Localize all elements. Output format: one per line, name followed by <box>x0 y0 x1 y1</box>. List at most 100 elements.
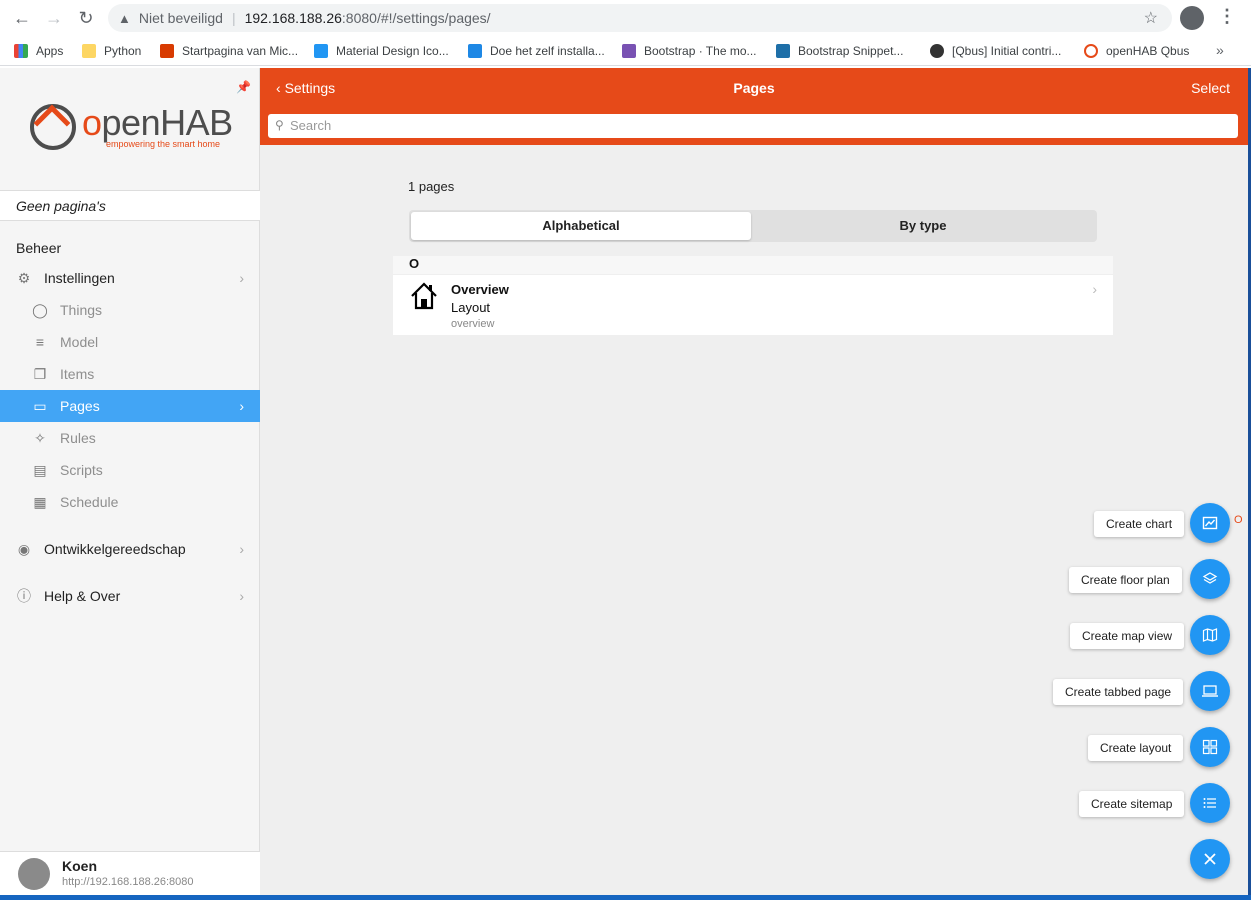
user-profile[interactable]: Koen http://192.168.188.26:8080 <box>0 851 260 900</box>
chevron-right-icon: › <box>1092 281 1097 297</box>
no-pages-text: Geen pagina's <box>0 190 260 221</box>
layers-icon <box>1202 572 1218 584</box>
bookmark-label: Startpagina van Mic... <box>182 44 299 58</box>
create-tabbed-page-button[interactable] <box>1190 671 1230 711</box>
bookmark-snippets[interactable]: Bootstrap Snippet... <box>776 36 903 66</box>
logo-tagline: empowering the smart home <box>106 139 221 149</box>
bookmark-apps[interactable]: Apps <box>14 36 63 66</box>
security-status: Niet beveiligd <box>138 10 223 26</box>
folder-icon <box>82 44 96 58</box>
select-button[interactable]: Select <box>1191 80 1230 96</box>
gear-icon: ⚙ <box>17 269 31 286</box>
sidebar-item-label: Model <box>60 334 99 350</box>
omnibox-separator: | <box>231 10 236 26</box>
magic-wand-icon: ✧ <box>34 429 46 446</box>
forward-arrow-icon[interactable]: → <box>38 2 70 34</box>
create-chart-button[interactable] <box>1190 503 1230 543</box>
sidebar-item-schedule[interactable]: ▦ Schedule <box>0 486 260 518</box>
search-input[interactable]: ⚲ Search <box>268 114 1238 138</box>
sidebar-item-rules[interactable]: ✧ Rules <box>0 422 260 454</box>
list-group-header: O <box>393 256 1113 274</box>
back-label: Settings <box>284 80 336 96</box>
document-icon: ▤ <box>33 461 47 478</box>
bookmark-label: Bootstrap · The mo... <box>644 44 757 58</box>
bookmark-material[interactable]: Material Design Ico... <box>314 36 449 66</box>
material-icon <box>314 44 328 58</box>
office-icon <box>160 44 174 58</box>
sidebar-item-label: Scripts <box>60 462 103 478</box>
snippets-icon <box>776 44 790 58</box>
url-host: 192.168.188.26 <box>244 10 342 26</box>
search-placeholder: Search <box>290 118 332 133</box>
chevron-right-icon: › <box>239 270 244 286</box>
sidebar-item-model[interactable]: ≡ Model <box>0 326 260 358</box>
home-icon <box>411 282 437 310</box>
segment-alphabetical[interactable]: Alphabetical <box>411 212 751 240</box>
browser-menu-icon[interactable]: ⋮ <box>1218 6 1236 27</box>
create-chart-label[interactable]: Create chart <box>1094 511 1185 537</box>
back-arrow-icon[interactable]: ← <box>6 2 38 34</box>
navbar: Pages ‹ Settings Select ⚲ Search <box>260 68 1248 145</box>
stray-glyph: O <box>1234 514 1243 526</box>
chevron-right-icon: › <box>239 541 244 557</box>
bookmark-diy[interactable]: Doe het zelf installa... <box>468 36 605 66</box>
bookmark-openhab-qbus[interactable]: openHAB Qbus <box>1084 36 1189 66</box>
map-icon <box>1202 628 1218 642</box>
create-floor-plan-button[interactable] <box>1190 559 1230 599</box>
bookmark-office[interactable]: Startpagina van Mic... <box>160 36 298 66</box>
sidebar-item-pages[interactable]: ▭ Pages › <box>0 390 260 422</box>
more-bookmarks-icon[interactable]: » <box>1216 42 1224 58</box>
sidebar-item-label: Rules <box>60 430 96 446</box>
sidebar-item-instellingen[interactable]: ⚙ Instellingen › <box>0 262 260 294</box>
bookmark-bootstrap[interactable]: Bootstrap · The mo... <box>622 36 757 66</box>
create-floor-plan-label[interactable]: Create floor plan <box>1069 567 1182 593</box>
address-bar[interactable]: ▲ Niet beveiligd | 192.168.188.26:8080/#… <box>108 4 1172 32</box>
segment-by-type[interactable]: By type <box>753 212 1093 240</box>
apps-grid-icon <box>14 44 28 58</box>
bookmark-python[interactable]: Python <box>82 36 141 66</box>
sidebar-item-items[interactable]: ❐ Items <box>0 358 260 390</box>
url-text: 192.168.188.26:8080/#!/settings/pages/ <box>245 10 491 26</box>
browser-toolbar: ← → ↻ ▲ Niet beveiligd | 192.168.188.26:… <box>0 0 1251 36</box>
sidebar-item-label: Help & Over <box>44 588 121 604</box>
bookmark-qbus-github[interactable]: [Qbus] Initial contri... <box>930 36 1061 66</box>
back-link[interactable]: ‹ Settings <box>276 80 335 96</box>
chart-icon <box>1202 516 1218 530</box>
taskbar-edge <box>0 895 1251 900</box>
sidebar-item-scripts[interactable]: ▤ Scripts <box>0 454 260 486</box>
create-sitemap-label[interactable]: Create sitemap <box>1079 791 1185 817</box>
sidebar-item-label: Pages <box>60 398 100 414</box>
list-icon <box>1203 798 1216 808</box>
profile-avatar-icon[interactable] <box>1180 6 1204 30</box>
create-sitemap-button[interactable] <box>1190 783 1230 823</box>
chevron-left-icon: ‹ <box>276 80 281 96</box>
bookmark-star-icon[interactable]: ☆ <box>1144 8 1158 28</box>
url-rest: :8080/#!/settings/pages/ <box>341 10 491 26</box>
help-icon: ⓘ <box>17 588 31 604</box>
reload-icon[interactable]: ↻ <box>70 2 102 34</box>
create-tabbed-page-label[interactable]: Create tabbed page <box>1053 679 1184 705</box>
pin-icon[interactable]: 📌 <box>236 80 251 94</box>
sidebar-item-help[interactable]: ⓘ Help & Over › <box>0 580 260 612</box>
page-title: Pages <box>733 80 775 96</box>
sidebar-item-things[interactable]: ◯ Things <box>0 294 260 326</box>
bookmark-label: [Qbus] Initial contri... <box>952 44 1062 58</box>
openhab-logo[interactable]: openHAB empowering the smart home <box>30 102 233 152</box>
close-fab-button[interactable] <box>1190 839 1230 879</box>
monitor-icon: ▭ <box>33 397 47 414</box>
chevron-right-icon: › <box>239 588 244 604</box>
create-map-view-button[interactable] <box>1190 615 1230 655</box>
list-item[interactable]: Overview Layout overview › <box>393 275 1113 335</box>
sort-segmented: Alphabetical By type <box>409 210 1097 242</box>
sidebar-item-ontwikkelgereedschap[interactable]: ◉ Ontwikkelgereedschap › <box>0 533 260 565</box>
lightbulb-icon: ◯ <box>32 301 48 318</box>
bootstrap-icon <box>622 44 636 58</box>
github-icon <box>930 44 944 58</box>
copy-icon: ❐ <box>33 365 47 382</box>
create-layout-button[interactable] <box>1190 727 1230 767</box>
user-name: Koen <box>62 858 97 874</box>
avatar <box>18 858 50 890</box>
create-map-view-label[interactable]: Create map view <box>1070 623 1185 649</box>
shield-icon: ◉ <box>17 540 31 557</box>
create-layout-label[interactable]: Create layout <box>1088 735 1184 761</box>
